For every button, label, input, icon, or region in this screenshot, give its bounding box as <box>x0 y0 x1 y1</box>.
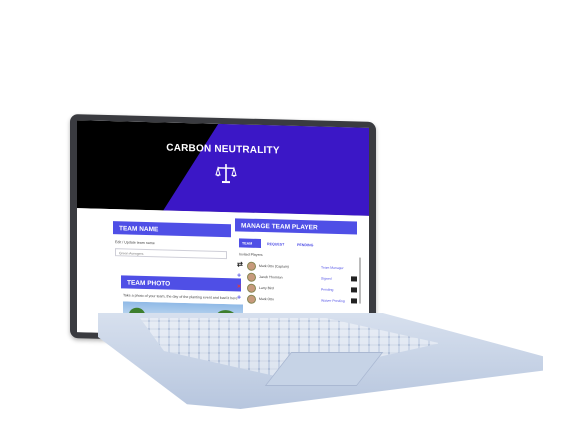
player-status: Waiver Pending <box>321 298 345 303</box>
invited-players-label: Invited Players <box>239 252 263 258</box>
player-name: Jacob Thornton <box>259 274 283 280</box>
tab-team[interactable]: TEAM <box>239 238 261 248</box>
remove-icon[interactable]: × <box>237 283 241 290</box>
add-icon[interactable]: + <box>237 272 241 279</box>
balance-scale-icon <box>215 164 237 184</box>
laptop-screen: CARBON NEUTRALITY TEAM NAME Edit / Updat… <box>77 120 369 340</box>
player-name: Mark Otto (Captain) <box>259 263 289 269</box>
player-name: Larry Bird <box>259 285 274 291</box>
mail-icon[interactable] <box>351 276 357 282</box>
add-icon[interactable]: + <box>237 294 241 301</box>
player-status: Signed <box>321 276 332 281</box>
scrollbar[interactable] <box>359 257 361 304</box>
player-name: Mark Otto <box>259 296 274 302</box>
tab-pending[interactable]: PENDING <box>294 240 322 250</box>
player-status: Team Manager <box>321 265 344 270</box>
hero-banner: CARBON NEUTRALITY <box>77 120 369 216</box>
avatar <box>247 294 256 304</box>
player-status: Pending <box>321 287 334 292</box>
mail-icon[interactable] <box>351 298 357 304</box>
tab-request[interactable]: REQUEST <box>264 239 292 249</box>
avatar <box>247 261 256 271</box>
avatar <box>247 283 256 293</box>
swap-icon[interactable]: ⇄ <box>237 261 243 268</box>
hero-diagonal <box>143 120 369 216</box>
avatar <box>247 272 256 282</box>
mail-icon[interactable] <box>351 287 357 293</box>
